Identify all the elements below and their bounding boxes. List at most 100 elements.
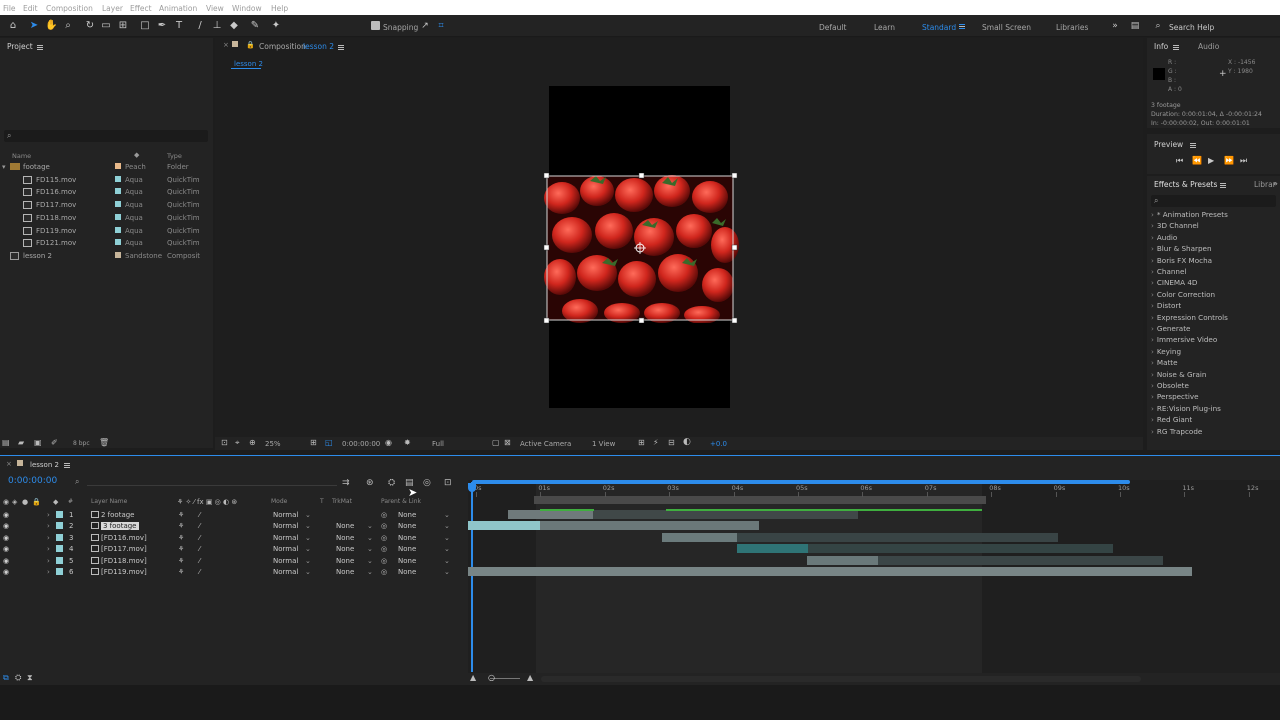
always-preview-icon[interactable]: ⊡ <box>221 438 228 447</box>
menu-layer[interactable]: Layer <box>102 4 123 13</box>
play-icon[interactable]: ▶ <box>1208 156 1214 165</box>
effects-category[interactable]: › RG Trapcode <box>1151 427 1202 436</box>
audio-tab[interactable]: Audio <box>1198 42 1219 51</box>
label-header-icon[interactable]: ◆ <box>53 498 58 506</box>
timeline-icon[interactable]: ⊟ <box>668 438 675 447</box>
comp-tab-name[interactable]: lesson 2 <box>303 42 334 51</box>
effects-category[interactable]: › Distort <box>1151 301 1181 310</box>
trash-icon[interactable]: 🗑 <box>99 438 109 447</box>
chevron-right-icon[interactable]: › <box>1151 244 1154 253</box>
project-col-name[interactable]: Name <box>12 152 31 160</box>
first-frame-icon[interactable]: ⏮ <box>1176 156 1183 166</box>
last-frame-icon[interactable]: ⏭ <box>1240 156 1247 166</box>
info-menu-icon[interactable] <box>1173 45 1179 50</box>
comp-mini-flowchart-icon[interactable]: ⇉ <box>342 478 350 488</box>
effects-category[interactable]: › Color Correction <box>1151 290 1215 299</box>
effects-category[interactable]: › Audio <box>1151 233 1177 242</box>
draft-3d-icon[interactable]: ⊛ <box>366 478 374 488</box>
layer-duration-bar[interactable] <box>878 555 1163 565</box>
shy-switch-icon[interactable]: ⚘ <box>178 545 184 553</box>
layer-row[interactable]: ◉ › 4 [FD117.mov] ⚘ ⁄ Normal ⌄ None ⌄ ◎ None ⌄ <box>0 543 468 554</box>
toggle-pixel-aspect-icon[interactable]: ⊞ <box>638 438 645 447</box>
effects-category[interactable]: › Keying <box>1151 347 1181 356</box>
comp-timecode[interactable]: 0:00:00:00 <box>342 440 380 448</box>
menu-help[interactable]: Help <box>271 4 288 13</box>
menu-animation[interactable]: Animation <box>159 4 197 13</box>
fast-previews-icon[interactable]: ⚡ <box>653 438 659 447</box>
layer-name[interactable]: 3 footage <box>101 522 139 531</box>
chevron-right-icon[interactable]: › <box>1151 256 1154 265</box>
type-tool-icon[interactable]: T <box>173 20 185 32</box>
video-toggle-header-icon[interactable]: ◉ <box>3 498 9 506</box>
chevron-right-icon[interactable]: › <box>1151 404 1154 413</box>
project-item-file[interactable]: FD119.mov Aqua QuickTim <box>0 225 212 237</box>
layer-duration-bar[interactable] <box>593 510 858 519</box>
pickwhip-icon[interactable]: ◎ <box>381 534 387 542</box>
comp-tab-prefix[interactable]: Composition <box>259 42 306 51</box>
toggle-transparency-icon[interactable]: ⊠ <box>504 438 511 447</box>
chevron-right-icon[interactable]: › <box>1151 290 1154 299</box>
layer-name[interactable]: [FD118.mov] <box>101 557 147 565</box>
effects-category[interactable]: › RE:Vision Plug-ins <box>1151 404 1221 413</box>
chevron-right-icon[interactable]: › <box>1151 267 1154 276</box>
video-visibility-eye-icon[interactable]: ◉ <box>3 568 9 576</box>
expand-layer-icon[interactable]: › <box>47 511 50 519</box>
workspace-libraries[interactable]: Libraries <box>1056 23 1088 32</box>
pan-behind-tool-icon[interactable]: ⊞ <box>117 20 129 32</box>
layer-duration-bar[interactable] <box>468 567 1192 576</box>
effects-category[interactable]: › CINEMA 4D <box>1151 278 1197 287</box>
effects-category[interactable]: › Immersive Video <box>1151 335 1217 344</box>
camera-tool-icon[interactable]: ▭ <box>100 20 112 32</box>
switches-header-icon[interactable]: ⚘ ✧ ⁄ fx ▣ ◎ ◐ ⊛ <box>177 498 237 506</box>
chevron-right-icon[interactable]: › <box>1151 233 1154 242</box>
quality-switch-icon[interactable]: ⁄ <box>199 557 200 565</box>
menu-edit[interactable]: Edit <box>23 4 38 13</box>
parent-dropdown[interactable]: None <box>398 545 416 553</box>
layer-switches-toggle-icon[interactable]: ⧉ <box>3 673 9 683</box>
layer-duration-bar[interactable] <box>737 532 1058 542</box>
parent-dropdown[interactable]: None <box>398 557 416 565</box>
snapping-checkbox[interactable] <box>371 21 380 30</box>
clone-stamp-tool-icon[interactable]: ⊥ <box>211 20 223 32</box>
snapshot-icon[interactable]: ◉ <box>385 438 392 447</box>
previous-frame-icon[interactable]: ⏪ <box>1192 156 1202 165</box>
chevron-down-icon[interactable]: ▾ <box>2 163 6 171</box>
home-icon[interactable]: ⌂ <box>7 20 19 32</box>
menu-composition[interactable]: Composition <box>46 4 93 13</box>
chevron-right-icon[interactable]: › <box>1151 324 1154 333</box>
trkmat-dropdown[interactable]: None <box>336 568 354 576</box>
layer-mode-dropdown[interactable]: Normal <box>273 545 298 553</box>
layer-duration-bar[interactable] <box>808 544 1113 554</box>
layer-row[interactable]: ◉ › 3 [FD116.mov] ⚘ ⁄ Normal ⌄ None ⌄ ◎ None ⌄ <box>0 532 468 543</box>
project-item-folder[interactable]: ▾ footage Peach Folder <box>0 161 212 173</box>
quality-switch-icon[interactable]: ⁄ <box>199 534 200 542</box>
chevron-right-icon[interactable]: › <box>1151 313 1154 322</box>
show-channel-icon[interactable]: ✸ <box>404 438 411 447</box>
more-workspaces-icon[interactable]: » <box>1109 20 1121 32</box>
zoom-dropdown[interactable]: 25% <box>265 440 281 448</box>
trkmat-dropdown[interactable]: None <box>336 534 354 542</box>
zoom-in-icon[interactable]: ▲ <box>527 673 533 682</box>
region-of-interest-icon[interactable]: ▢ <box>492 438 500 447</box>
motion-blur-icon[interactable]: ◎ <box>423 478 431 488</box>
pickwhip-icon[interactable]: ◎ <box>381 568 387 576</box>
project-item-file[interactable]: FD116.mov Aqua QuickTim <box>0 186 212 198</box>
graph-editor-icon[interactable]: ⊡ <box>444 478 452 488</box>
zoom-out-icon[interactable]: ▲ <box>470 673 476 682</box>
video-visibility-eye-icon[interactable]: ◉ <box>3 522 9 530</box>
layer-mode-dropdown[interactable]: Normal <box>273 522 298 530</box>
layer-row[interactable]: ◉ › 5 [FD118.mov] ⚘ ⁄ Normal ⌄ None ⌄ ◎ None ⌄ <box>0 555 468 566</box>
effects-category[interactable]: › Channel <box>1151 267 1186 276</box>
layer-duration-bar[interactable] <box>468 521 540 531</box>
workspace-standard[interactable]: Standard <box>922 23 956 32</box>
layer-mode-dropdown[interactable]: Normal <box>273 511 298 519</box>
chevron-right-icon[interactable]: › <box>1151 392 1154 401</box>
label-swatch[interactable] <box>115 226 121 233</box>
rotate-tool-icon[interactable]: ↻ <box>84 20 96 32</box>
playhead-handle[interactable] <box>468 483 476 492</box>
time-ruler[interactable]: 0s 01s 02s 03s 04s 05s 06s 07s 08s 09s 10s 11s 12s <box>468 480 1280 500</box>
project-item-comp[interactable]: lesson 2 Sandstone Composit <box>0 250 212 262</box>
layer-mode-dropdown[interactable]: Normal <box>273 557 298 565</box>
layer-label-swatch[interactable] <box>56 522 63 530</box>
rectangle-tool-icon[interactable]: □ <box>139 20 151 32</box>
